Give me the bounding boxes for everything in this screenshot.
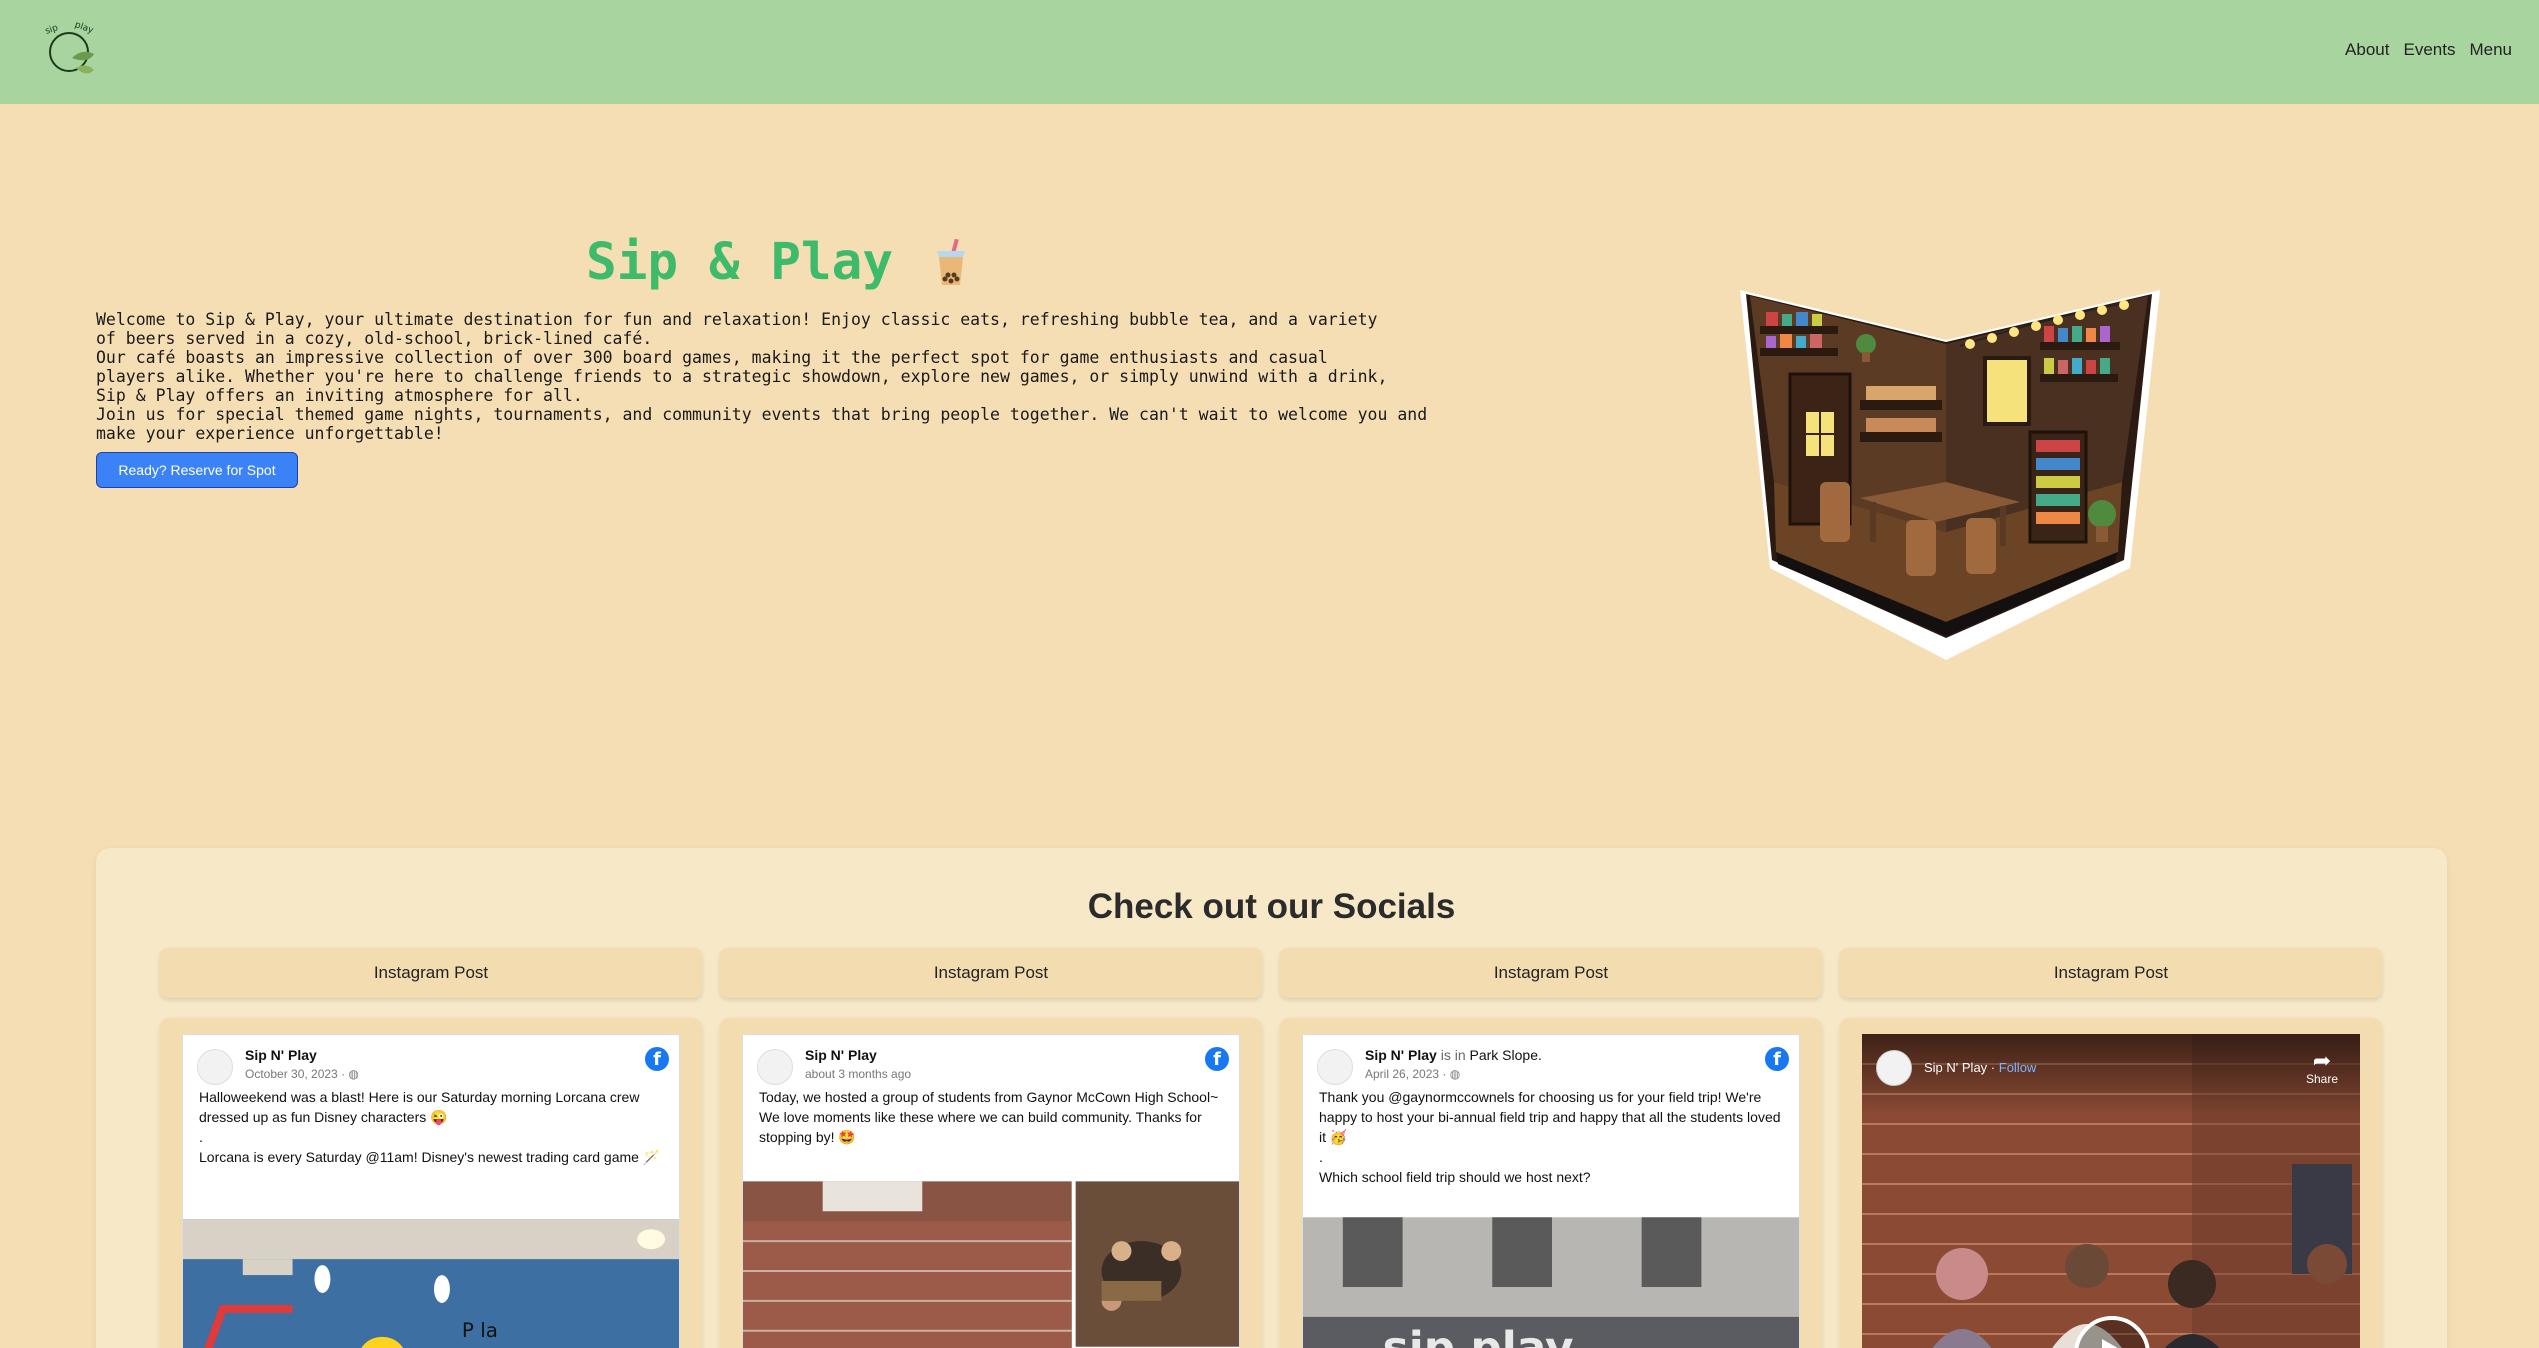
nav-events-link[interactable]: Events bbox=[2403, 40, 2455, 60]
post-photo[interactable]: sip play bbox=[1303, 1217, 1799, 1348]
post-author[interactable]: Sip N' Play bbox=[1365, 1047, 1437, 1063]
instagram-post-tab-4[interactable]: Instagram Post bbox=[1840, 948, 2382, 998]
hero-title-text: Sip & Play bbox=[586, 233, 894, 292]
facebook-post-3[interactable]: Sip N' Play is in Park Slope. April 26, … bbox=[1302, 1034, 1800, 1348]
video-thumbnail bbox=[1862, 1034, 2360, 1348]
avatar[interactable] bbox=[197, 1049, 233, 1085]
facebook-icon[interactable]: f bbox=[1765, 1047, 1789, 1071]
globe-icon: ◍ bbox=[348, 1067, 359, 1081]
sip-n-play-logo[interactable]: sip play bbox=[42, 18, 100, 82]
post-location[interactable]: Park Slope. bbox=[1470, 1047, 1542, 1063]
facebook-post-2[interactable]: Sip N' Play about 3 months ago f Today, … bbox=[742, 1034, 1240, 1348]
post-author[interactable]: Sip N' Play bbox=[805, 1047, 877, 1063]
post-line: . bbox=[199, 1129, 203, 1145]
video-avatar[interactable] bbox=[1876, 1050, 1912, 1086]
svg-text:sip: sip bbox=[44, 23, 60, 37]
cafe-illustration bbox=[1740, 290, 2160, 660]
hero-description: Welcome to Sip & Play, your ultimate des… bbox=[96, 310, 1476, 443]
avatar[interactable] bbox=[757, 1049, 793, 1085]
post-header: Sip N' Play is in Park Slope. April 26, … bbox=[1303, 1035, 1799, 1087]
svg-text:P la: P la bbox=[462, 1319, 498, 1342]
post-header: Sip N' Play October 30, 2023 · ◍ f bbox=[183, 1035, 679, 1087]
follow-link[interactable]: Follow bbox=[1999, 1060, 2037, 1075]
post-date[interactable]: October 30, 2023 · bbox=[245, 1067, 348, 1081]
instagram-post-tab-2[interactable]: Instagram Post bbox=[720, 948, 1262, 998]
instagram-post-tab-1[interactable]: Instagram Post bbox=[160, 948, 702, 998]
social-card-4: Sip N' Play · Follow ➦ Share bbox=[1840, 1018, 2382, 1348]
post-text: Halloweekend was a blast! Here is our Sa… bbox=[183, 1087, 679, 1167]
avatar[interactable] bbox=[1317, 1049, 1353, 1085]
main-nav: About Events Menu bbox=[2345, 40, 2512, 60]
post-photo[interactable]: P la bbox=[183, 1219, 679, 1348]
post-author[interactable]: Sip N' Play bbox=[245, 1047, 317, 1063]
share-button[interactable]: ➦ Share bbox=[2305, 1048, 2338, 1087]
post-location-prefix: is in bbox=[1436, 1047, 1470, 1063]
share-label: Share bbox=[2305, 1072, 2338, 1086]
post-line: Which school field trip should we host n… bbox=[1319, 1169, 1591, 1185]
site-header: sip play About Events Menu bbox=[0, 0, 2539, 104]
nav-about-link[interactable]: About bbox=[2345, 40, 2389, 60]
post-line: . bbox=[1319, 1149, 1323, 1165]
facebook-post-1[interactable]: Sip N' Play October 30, 2023 · ◍ f Hallo… bbox=[182, 1034, 680, 1348]
svg-text:sip play: sip play bbox=[1383, 1323, 1574, 1348]
facebook-icon[interactable]: f bbox=[645, 1047, 669, 1071]
post-header: Sip N' Play about 3 months ago f bbox=[743, 1035, 1239, 1087]
video-page-name[interactable]: Sip N' Play bbox=[1924, 1060, 1987, 1075]
socials-title: Check out our Socials bbox=[1087, 887, 1456, 926]
post-line: Today, we hosted a group of students fro… bbox=[759, 1089, 1219, 1145]
post-line: Thank you @gaynormccownels for choosing … bbox=[1319, 1089, 1781, 1145]
globe-icon: ◍ bbox=[1449, 1067, 1461, 1081]
reserve-spot-button[interactable]: Ready? Reserve for Spot bbox=[96, 452, 298, 488]
post-date[interactable]: April 26, 2023 · bbox=[1365, 1067, 1450, 1081]
bubble-tea-icon bbox=[937, 238, 966, 285]
nav-menu-link[interactable]: Menu bbox=[2469, 40, 2512, 60]
instagram-post-tab-3[interactable]: Instagram Post bbox=[1280, 948, 1822, 998]
hero-paragraph-1: Welcome to Sip & Play, your ultimate des… bbox=[96, 310, 1378, 348]
post-photo[interactable] bbox=[743, 1181, 1239, 1348]
facebook-icon[interactable]: f bbox=[1205, 1047, 1229, 1071]
social-card-2: Sip N' Play about 3 months ago f Today, … bbox=[720, 1018, 1262, 1348]
post-text: Today, we hosted a group of students fro… bbox=[743, 1087, 1239, 1147]
social-card-1: Sip N' Play October 30, 2023 · ◍ f Hallo… bbox=[160, 1018, 702, 1348]
share-icon: ➦ bbox=[2312, 1048, 2332, 1073]
socials-section: Check out our Socials Instagram Post Ins… bbox=[96, 848, 2447, 1348]
post-text: Thank you @gaynormccownels for choosing … bbox=[1303, 1087, 1799, 1187]
hero-title: Sip & Play bbox=[586, 233, 969, 292]
facebook-video-embed[interactable]: Sip N' Play · Follow ➦ Share bbox=[1862, 1034, 2360, 1348]
hero-paragraph-2: Our café boasts an impressive collection… bbox=[96, 348, 1388, 405]
post-date[interactable]: about 3 months ago bbox=[805, 1067, 911, 1081]
hero-paragraph-3: Join us for special themed game nights, … bbox=[96, 405, 1428, 443]
post-line: Lorcana is every Saturday @11am! Disney'… bbox=[199, 1149, 661, 1165]
post-line: Halloweekend was a blast! Here is our Sa… bbox=[199, 1089, 640, 1125]
social-card-3: Sip N' Play is in Park Slope. April 26, … bbox=[1280, 1018, 1822, 1348]
